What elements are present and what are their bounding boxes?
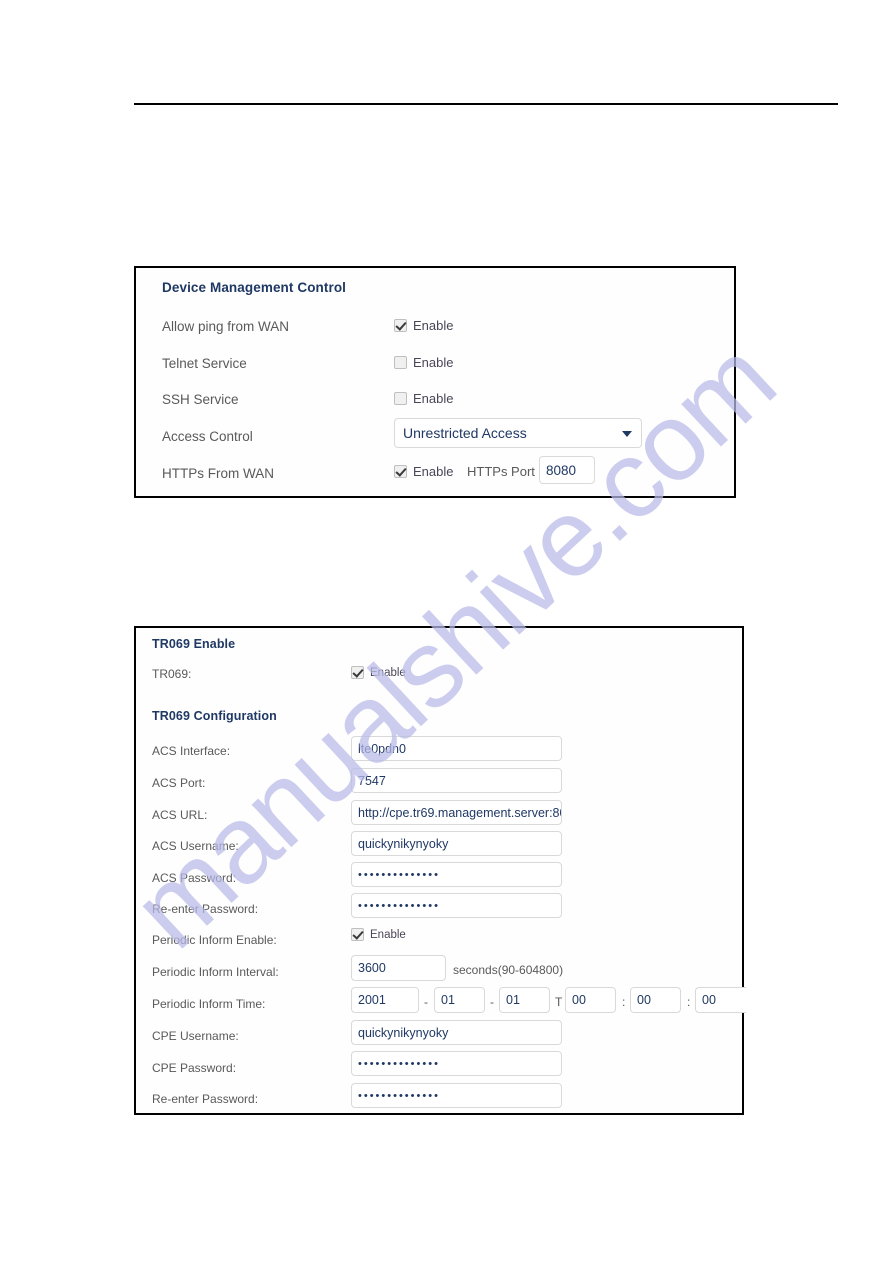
label-periodic-inform-enable: Periodic Inform Enable: <box>152 933 277 947</box>
input-periodic-inform-interval[interactable]: 3600 <box>351 955 446 981</box>
input-acs-username[interactable]: quickynikynyoky <box>351 831 562 856</box>
checkbox-ssh-service[interactable]: Enable <box>394 391 453 406</box>
checkbox-box-icon[interactable] <box>351 666 364 679</box>
input-acs-reenter-password[interactable]: •••••••••••••• <box>351 893 562 918</box>
panel-title-tr069-enable: TR069 Enable <box>152 637 236 651</box>
page-header-rule <box>134 103 838 105</box>
checkbox-box-icon[interactable] <box>394 356 407 369</box>
label-cpe-username: CPE Username: <box>152 1029 239 1043</box>
input-inform-time-day[interactable]: 01 <box>499 987 550 1013</box>
label-periodic-inform-interval: Periodic Inform Interval: <box>152 965 279 979</box>
checkbox-box-icon[interactable] <box>394 392 407 405</box>
separator-date-1: - <box>424 995 428 1009</box>
checkbox-label: Enable <box>413 355 454 370</box>
label-access-control: Access Control <box>162 429 253 444</box>
label-allow-ping-from-wan: Allow ping from WAN <box>162 319 290 334</box>
label-telnet-service: Telnet Service <box>162 356 247 371</box>
panel-title-device-management: Device Management Control <box>162 280 347 295</box>
input-acs-interface[interactable]: lte0pdn0 <box>351 736 562 761</box>
separator-date-2: - <box>490 995 494 1009</box>
hint-periodic-inform-interval: seconds(90-604800) <box>453 963 564 977</box>
checkbox-label: Enable <box>370 928 406 941</box>
label-https-port: HTTPs Port <box>467 464 535 479</box>
label-acs-url: ACS URL: <box>152 808 208 822</box>
device-management-control-panel: Device Management Control Allow ping fro… <box>134 266 736 498</box>
checkbox-label: Enable <box>370 666 406 679</box>
tr069-panel: TR069 Enable TR069: Enable TR069 Configu… <box>134 626 746 1115</box>
label-periodic-inform-time: Periodic Inform Time: <box>152 997 266 1011</box>
checkbox-tr069-enable[interactable]: Enable <box>351 666 406 679</box>
chevron-down-icon[interactable] <box>622 431 632 437</box>
label-acs-port: ACS Port: <box>152 776 206 790</box>
checkbox-box-icon[interactable] <box>394 319 407 332</box>
checkbox-label: Enable <box>413 464 454 479</box>
input-acs-port[interactable]: 7547 <box>351 768 562 793</box>
label-cpe-reenter-password: Re-enter Password: <box>152 1092 259 1106</box>
label-acs-username: ACS Username: <box>152 839 239 853</box>
input-cpe-reenter-password[interactable]: •••••••••••••• <box>351 1083 562 1108</box>
checkbox-allow-ping-from-wan[interactable]: Enable <box>394 318 453 333</box>
input-https-port[interactable]: 8080 <box>539 456 595 484</box>
input-cpe-username[interactable]: quickynikynyoky <box>351 1020 562 1045</box>
separator-time-2: : <box>687 995 691 1009</box>
select-access-control-value: Unrestricted Access <box>403 425 527 441</box>
label-cpe-password: CPE Password: <box>152 1061 237 1075</box>
input-cpe-password[interactable]: •••••••••••••• <box>351 1051 562 1076</box>
input-inform-time-hour[interactable]: 00 <box>565 987 616 1013</box>
label-acs-interface: ACS Interface: <box>152 744 231 758</box>
checkbox-label: Enable <box>413 391 454 406</box>
label-https-from-wan: HTTPs From WAN <box>162 466 274 481</box>
input-inform-time-second[interactable]: 00 <box>695 987 746 1013</box>
checkbox-box-icon[interactable] <box>394 465 407 478</box>
label-acs-reenter-password: Re-enter Password: <box>152 902 259 916</box>
select-access-control[interactable]: Unrestricted Access <box>394 418 642 448</box>
separator-date-time: T <box>555 995 563 1009</box>
panel-title-tr069-configuration: TR069 Configuration <box>152 709 277 723</box>
checkbox-box-icon[interactable] <box>351 928 364 941</box>
checkbox-periodic-inform-enable[interactable]: Enable <box>351 928 406 941</box>
checkbox-label: Enable <box>413 318 454 333</box>
separator-time-1: : <box>622 995 626 1009</box>
input-inform-time-month[interactable]: 01 <box>434 987 485 1013</box>
checkbox-telnet-service[interactable]: Enable <box>394 355 453 370</box>
input-inform-time-year[interactable]: 2001 <box>351 987 419 1013</box>
label-ssh-service: SSH Service <box>162 392 239 407</box>
input-acs-password[interactable]: •••••••••••••• <box>351 862 562 887</box>
checkbox-https-from-wan[interactable]: Enable <box>394 464 453 479</box>
label-acs-password: ACS Password: <box>152 871 237 885</box>
input-inform-time-minute[interactable]: 00 <box>630 987 681 1013</box>
label-tr069: TR069: <box>152 667 192 681</box>
input-acs-url[interactable]: http://cpe.tr69.management.server:80 <box>351 800 562 825</box>
